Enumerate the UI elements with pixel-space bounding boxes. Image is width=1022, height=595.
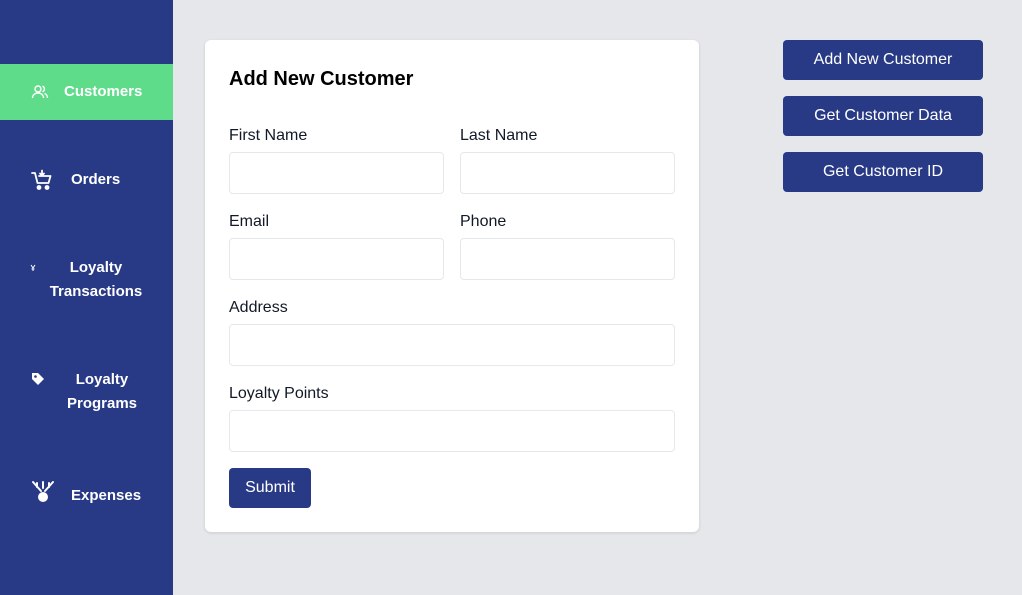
email-input[interactable] — [229, 238, 444, 280]
sidebar-item-label: Loyalty Programs — [66, 371, 138, 412]
tag-icon — [31, 372, 45, 386]
sidebar-item-label: Customers — [64, 83, 143, 100]
form-title: Add New Customer — [229, 68, 414, 90]
add-new-customer-button[interactable]: Add New Customer — [783, 40, 983, 80]
address-label: Address — [229, 299, 288, 316]
last-name-input[interactable] — [460, 152, 675, 194]
submit-button[interactable]: Submit — [229, 468, 311, 508]
sidebar-item-label: Loyalty Transactions — [49, 259, 143, 300]
sidebar-item-expenses[interactable]: Expenses — [0, 468, 173, 524]
users-icon — [31, 83, 49, 101]
get-customer-id-button[interactable]: Get Customer ID — [783, 152, 983, 192]
currency-icon — [30, 264, 36, 272]
sidebar-item-orders[interactable]: Orders — [0, 152, 173, 208]
email-label: Email — [229, 213, 270, 230]
sidebar-item-loyalty-transactions[interactable]: Loyalty Transactions — [0, 244, 173, 316]
sidebar-item-customers[interactable]: Customers — [0, 64, 173, 120]
cart-icon — [31, 169, 53, 191]
loyalty-points-input[interactable] — [229, 410, 675, 452]
money-icon — [31, 480, 55, 504]
phone-input[interactable] — [460, 238, 675, 280]
app-root: Customers Orders Loyalty Transactions Lo… — [0, 0, 1022, 595]
sidebar-item-label: Expenses — [71, 487, 142, 504]
first-name-label: First Name — [229, 127, 308, 144]
phone-label: Phone — [460, 213, 507, 230]
last-name-label: Last Name — [460, 127, 538, 144]
get-customer-data-button[interactable]: Get Customer Data — [783, 96, 983, 136]
address-input[interactable] — [229, 324, 675, 366]
sidebar: Customers Orders Loyalty Transactions Lo… — [0, 0, 173, 595]
sidebar-item-loyalty-programs[interactable]: Loyalty Programs — [0, 356, 173, 428]
add-customer-form: Add New Customer First Name Last Name Em… — [205, 40, 699, 532]
first-name-input[interactable] — [229, 152, 444, 194]
sidebar-item-label: Orders — [71, 171, 121, 188]
loyalty-points-label: Loyalty Points — [229, 385, 329, 402]
